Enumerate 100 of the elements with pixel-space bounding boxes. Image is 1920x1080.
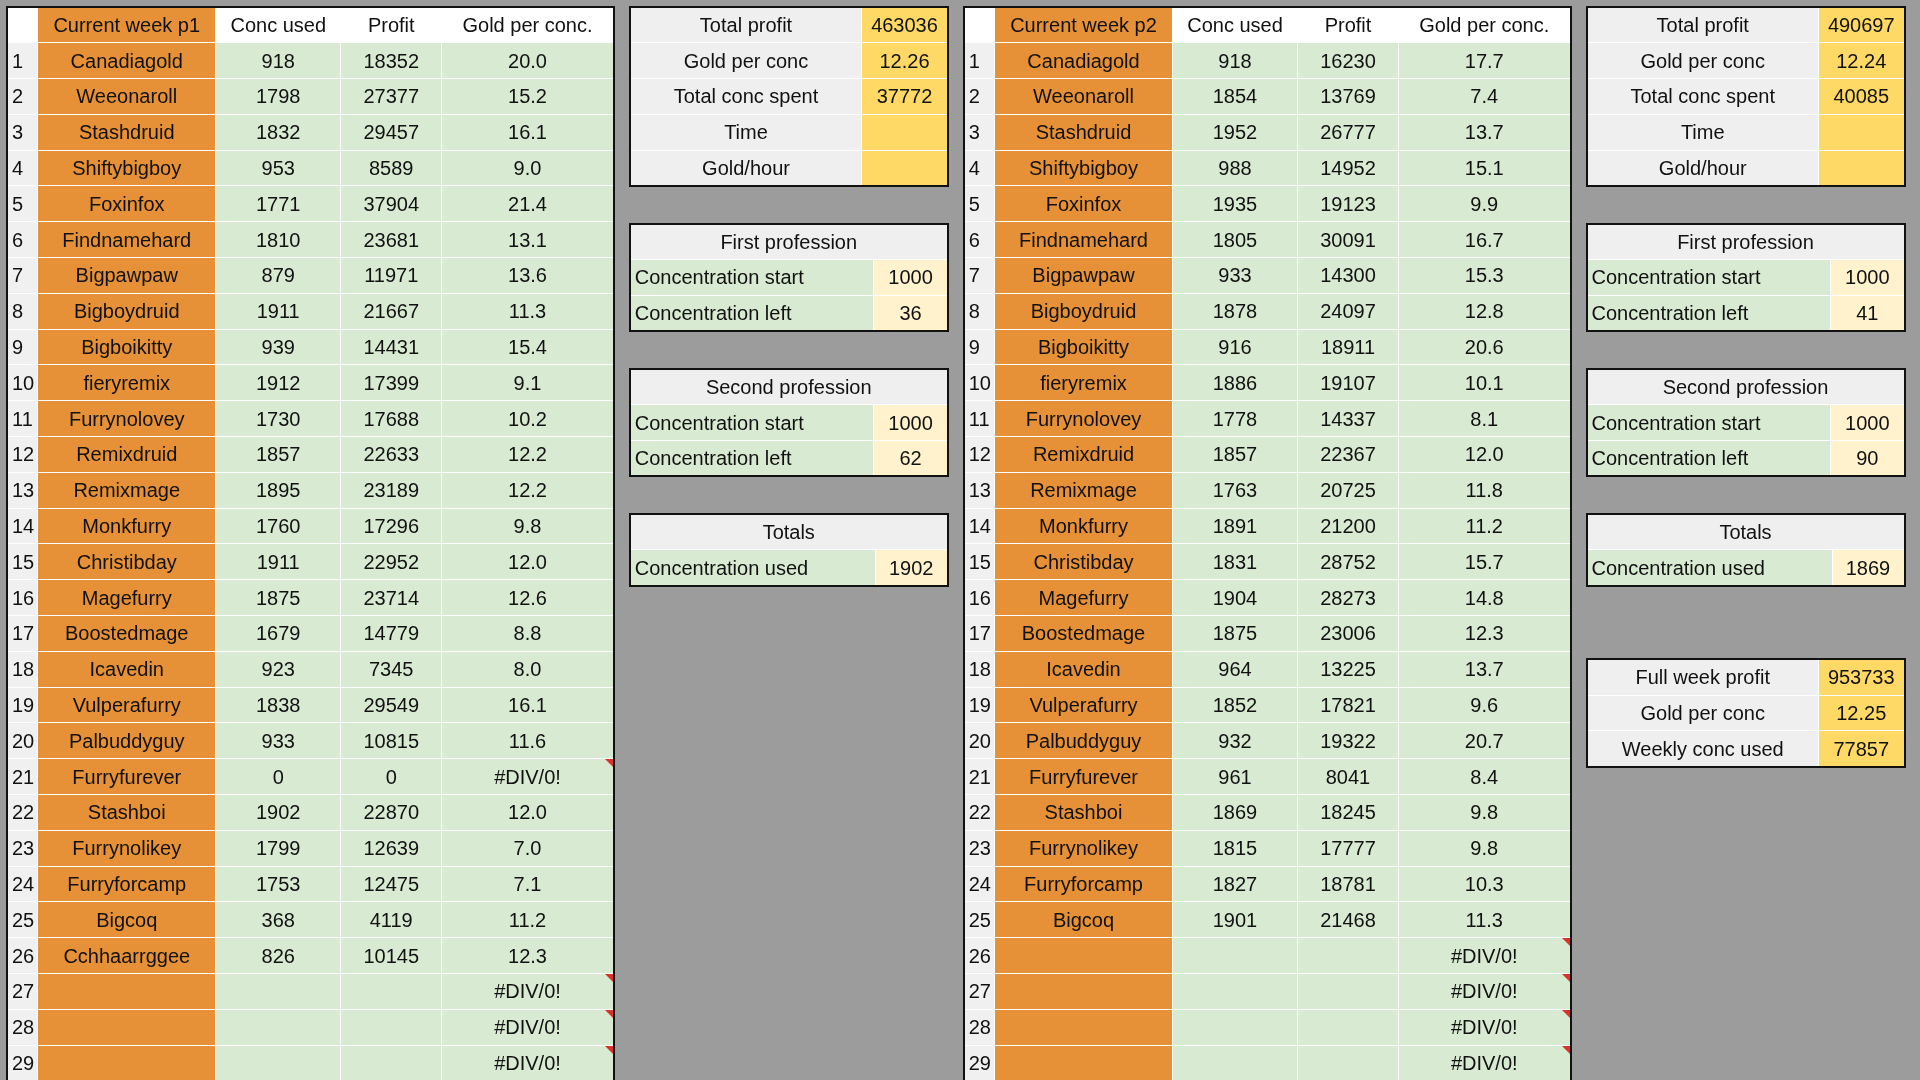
table-cell: Remixmage — [994, 472, 1173, 509]
table-cell: 964 — [1172, 651, 1298, 688]
row-number: 6 — [963, 221, 995, 258]
table-cell: 17296 — [340, 508, 442, 544]
table-cell: 916 — [1172, 329, 1298, 365]
table-cell: 12.2 — [441, 472, 614, 509]
row-number: 26 — [963, 937, 995, 974]
column-header: Conc used — [1172, 7, 1298, 43]
row-number: 9 — [963, 329, 995, 365]
row-number: 8 — [7, 293, 38, 330]
row-number: 23 — [963, 830, 995, 867]
label-cell: Concentration left — [629, 440, 874, 477]
table-cell: 13225 — [1297, 651, 1399, 688]
table-cell: 22870 — [340, 794, 442, 831]
table-cell: Bigboikitty — [994, 329, 1173, 365]
label-cell: Concentration used — [629, 549, 876, 586]
table-cell: 1902 — [215, 794, 341, 831]
row-number: 11 — [963, 400, 995, 437]
row-number: 3 — [7, 114, 38, 151]
table-cell: 15.2 — [441, 78, 614, 115]
table-cell: Magefurry — [37, 579, 216, 616]
table-cell: 8.0 — [441, 651, 614, 688]
table-cell: #DIV/0! — [441, 1009, 614, 1046]
table-cell: 28273 — [1297, 579, 1399, 616]
table-cell: 10145 — [340, 937, 442, 974]
table-cell: Christibday — [994, 543, 1173, 580]
table-cell: Furryfurever — [994, 758, 1173, 795]
row-number: 2 — [963, 78, 995, 115]
table-cell: #DIV/0! — [1398, 973, 1571, 1010]
table-cell: 29457 — [340, 114, 442, 151]
table-cell: 21200 — [1297, 508, 1399, 544]
table-cell: Shiftybigboy — [994, 150, 1173, 186]
value-cell: 77857 — [1818, 730, 1905, 767]
label-cell: Concentration start — [1586, 259, 1831, 296]
table-cell: Vulperafurry — [994, 687, 1173, 723]
row-number: 20 — [7, 722, 38, 759]
row-number: 7 — [963, 257, 995, 294]
table-cell: 961 — [1172, 758, 1298, 795]
table-cell: 879 — [215, 257, 341, 294]
table-cell: 10.1 — [1398, 364, 1571, 401]
table-cell: 7.0 — [441, 830, 614, 867]
table-cell: Canadiagold — [994, 42, 1173, 79]
value-cell: 1000 — [873, 404, 948, 441]
table-cell: 14337 — [1297, 400, 1399, 437]
value-cell: 1000 — [1830, 259, 1905, 296]
table-cell: 27377 — [340, 78, 442, 115]
table-cell: Monkfurry — [994, 508, 1173, 544]
row-number: 15 — [963, 543, 995, 580]
table-cell: 953 — [215, 150, 341, 186]
table-cell: 9.6 — [1398, 687, 1571, 723]
row-number: 17 — [963, 615, 995, 652]
table-cell: 17399 — [340, 364, 442, 401]
table-cell: 17777 — [1297, 830, 1399, 867]
row-number: 22 — [963, 794, 995, 831]
table-cell: 1679 — [215, 615, 341, 652]
section-title: Second profession — [629, 368, 948, 405]
row-number: 25 — [7, 901, 38, 938]
table-cell: 1875 — [215, 579, 341, 616]
table-cell: 26777 — [1297, 114, 1399, 151]
row-number: 10 — [963, 364, 995, 401]
row-number: 18 — [963, 651, 995, 688]
row-number: 13 — [963, 472, 995, 509]
label-cell: Concentration used — [1586, 549, 1832, 586]
label-cell: Total conc spent — [629, 78, 862, 115]
table-cell: 7.4 — [1398, 78, 1571, 115]
table-cell: 15.7 — [1398, 543, 1571, 580]
label-cell: Total profit — [1586, 7, 1819, 43]
table-cell: 15.1 — [1398, 150, 1571, 186]
table-cell: 932 — [1172, 722, 1298, 759]
row-number: 5 — [963, 186, 995, 222]
table-cell: 13.6 — [441, 257, 614, 294]
value-cell: 1902 — [875, 549, 948, 586]
table-cell: 1904 — [1172, 579, 1298, 616]
table-cell: 12475 — [340, 866, 442, 902]
table-cell: Weeonaroll — [37, 78, 216, 115]
section-title: First profession — [629, 223, 948, 260]
table-cell: fieryremix — [994, 364, 1173, 401]
row-number: 22 — [7, 794, 38, 831]
table-cell: 11.8 — [1398, 472, 1571, 509]
table-cell: 14779 — [340, 615, 442, 652]
row-number: 24 — [963, 866, 995, 902]
row-number: 12 — [963, 436, 995, 473]
value-cell: 463036 — [861, 7, 948, 43]
table-cell: 13769 — [1297, 78, 1399, 115]
row-number: 20 — [963, 722, 995, 759]
table-cell: 1857 — [1172, 436, 1298, 473]
table-cell: 18245 — [1297, 794, 1399, 831]
table-cell: 12.0 — [1398, 436, 1571, 473]
column-header: Conc used — [215, 7, 341, 43]
table-cell: Shiftybigboy — [37, 150, 216, 186]
table-cell: Palbuddyguy — [994, 722, 1173, 759]
table-cell: #DIV/0! — [441, 758, 614, 795]
label-cell: Full week profit — [1586, 659, 1819, 696]
row-number: 7 — [7, 257, 38, 294]
table-cell: 19322 — [1297, 722, 1399, 759]
table-cell: 12.8 — [1398, 293, 1571, 330]
table-cell: 16.7 — [1398, 221, 1571, 258]
table-cell: Christibday — [37, 543, 216, 580]
table-cell: Findnamehard — [994, 221, 1173, 258]
row-number: 19 — [963, 687, 995, 723]
